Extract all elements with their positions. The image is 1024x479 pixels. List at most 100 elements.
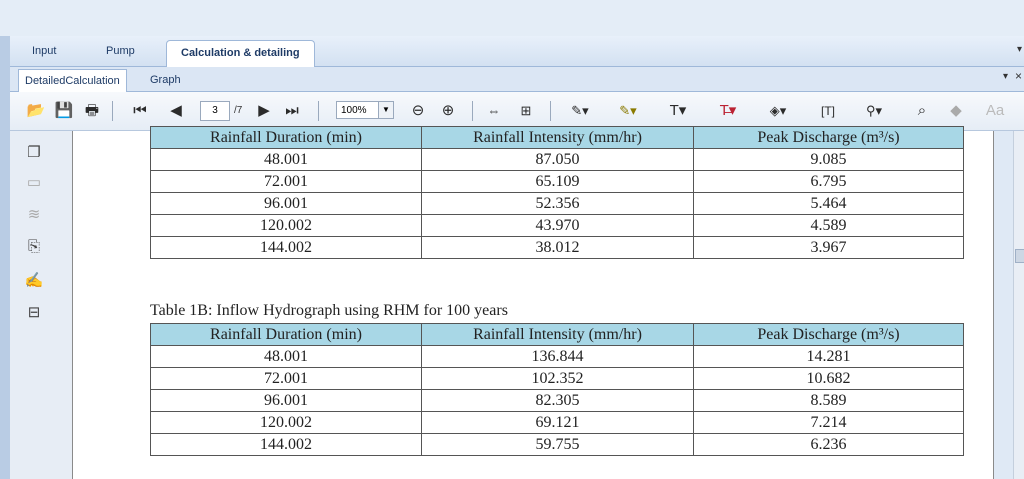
table-cell: 144.002 xyxy=(150,433,422,456)
tab-input[interactable]: Input xyxy=(32,45,56,57)
table-caption: Table 1B: Inflow Hydrograph using RHM fo… xyxy=(150,302,508,319)
table-cell: 6.236 xyxy=(693,433,964,456)
text-tool-icon[interactable]: T▾ xyxy=(664,101,692,121)
table-cell: 120.002 xyxy=(150,214,422,237)
table-cell: 10.682 xyxy=(693,367,964,390)
fit-width-icon[interactable]: ⇔ xyxy=(484,101,504,121)
table-cell: 120.002 xyxy=(150,411,422,434)
table-cell: 96.001 xyxy=(150,389,422,412)
table-cell: 43.970 xyxy=(421,214,694,237)
zoom-dropdown-icon[interactable]: ▼ xyxy=(378,102,393,118)
table-cell: 5.464 xyxy=(693,192,964,215)
table-cell: 4.589 xyxy=(693,214,964,237)
table-cell: 48.001 xyxy=(150,148,422,171)
toolbar-separator xyxy=(472,101,473,121)
zoom-value: 100% xyxy=(341,105,367,116)
inner-tab-bar: DetailedCalculation Graph ▾ × xyxy=(10,67,1024,92)
layers-icon[interactable]: ≋ xyxy=(24,205,44,225)
tab-menu-arrow-icon[interactable]: ▾ xyxy=(1017,44,1022,55)
pen-tool-icon[interactable]: ✎▾ xyxy=(566,101,594,121)
tab-graph[interactable]: Graph xyxy=(150,71,181,89)
table-row: 144.002 38.012 3.967 xyxy=(150,236,964,259)
attachments-icon[interactable]: ⎘ xyxy=(24,237,44,257)
table-row: 48.001 136.844 14.281 xyxy=(150,345,964,368)
rainfall-table-1: Rainfall Duration (min) Rainfall Intensi… xyxy=(150,126,964,259)
toolbar-separator xyxy=(318,101,319,121)
table-cell: 96.001 xyxy=(150,192,422,215)
strikeout-icon[interactable]: T̶▾ xyxy=(714,101,742,121)
scrollbar-thumb[interactable] xyxy=(1015,249,1024,263)
page-number-input[interactable]: 3 xyxy=(200,101,230,121)
header-intensity: Rainfall Intensity (mm/hr) xyxy=(421,323,694,346)
pdf-sidebar: ❐ ▭ ≋ ⎘ ✍ ⊟ xyxy=(10,131,73,479)
header-discharge: Peak Discharge (m³/s) xyxy=(693,126,964,149)
table-cell: 144.002 xyxy=(150,236,422,259)
comments-icon[interactable]: ▭ xyxy=(24,173,44,193)
table-cell: 136.844 xyxy=(421,345,694,368)
previous-page-icon[interactable]: ◀ xyxy=(166,101,186,121)
table-header-row: Rainfall Duration (min) Rainfall Intensi… xyxy=(150,126,964,149)
table-cell: 52.356 xyxy=(421,192,694,215)
print-icon[interactable]: 🖶 xyxy=(82,101,102,121)
table-cell: 102.352 xyxy=(421,367,694,390)
fit-page-icon[interactable]: ⊞ xyxy=(516,101,536,121)
header-discharge: Peak Discharge (m³/s) xyxy=(693,323,964,346)
table-cell: 59.755 xyxy=(421,433,694,456)
table-cell: 38.012 xyxy=(421,236,694,259)
zoom-select[interactable]: 100% ▼ xyxy=(336,101,394,119)
table-cell: 7.214 xyxy=(693,411,964,434)
next-page-icon[interactable]: ▶ xyxy=(254,101,274,121)
title-bar xyxy=(0,0,1024,36)
search-icon[interactable]: ⌕ xyxy=(912,101,932,121)
table-cell: 87.050 xyxy=(421,148,694,171)
tab-pump[interactable]: Pump xyxy=(106,45,135,57)
tab-list-dropdown-icon[interactable]: ▾ xyxy=(1003,71,1008,82)
document-icon[interactable]: ⊟ xyxy=(24,303,44,323)
stamp-icon[interactable]: ⚲▾ xyxy=(860,101,888,121)
table-cell: 3.967 xyxy=(693,236,964,259)
tab-calculation-detailing[interactable]: Calculation & detailing xyxy=(166,40,315,67)
first-page-icon[interactable]: ⏮ xyxy=(130,101,150,121)
save-icon[interactable]: 💾 xyxy=(54,101,74,121)
table-cell: 9.085 xyxy=(693,148,964,171)
close-tab-icon[interactable]: × xyxy=(1015,69,1022,83)
table-cell: 69.121 xyxy=(421,411,694,434)
zoom-in-icon[interactable]: ⊕ xyxy=(438,101,458,121)
table-row: 96.001 82.305 8.589 xyxy=(150,389,964,412)
font-icon[interactable]: Aa xyxy=(984,101,1006,121)
zoom-out-icon[interactable]: ⊖ xyxy=(408,101,428,121)
signature-icon[interactable]: ✍ xyxy=(24,271,44,291)
table-cell: 65.109 xyxy=(421,170,694,193)
vertical-scrollbar[interactable] xyxy=(1013,131,1024,479)
fill-icon[interactable]: ◆ xyxy=(946,101,966,121)
pages-icon[interactable]: ❐ xyxy=(24,143,44,163)
page-border xyxy=(993,131,994,479)
outer-tab-bar: Input Pump Calculation & detailing ▾ xyxy=(10,36,1024,67)
table-cell: 6.795 xyxy=(693,170,964,193)
table-cell: 82.305 xyxy=(421,389,694,412)
table-cell: 72.001 xyxy=(150,367,422,390)
table-cell: 14.281 xyxy=(693,345,964,368)
last-page-icon[interactable]: ⏭ xyxy=(282,101,302,121)
highlighter-icon[interactable]: ✎▾ xyxy=(614,101,642,121)
table-row: 96.001 52.356 5.464 xyxy=(150,192,964,215)
table-header-row: Rainfall Duration (min) Rainfall Intensi… xyxy=(150,323,964,346)
textbox-icon[interactable]: [T] xyxy=(816,101,840,121)
tab-detailed-calculation[interactable]: DetailedCalculation xyxy=(18,69,127,92)
toolbar-separator xyxy=(112,101,113,121)
table-cell: 48.001 xyxy=(150,345,422,368)
table-row: 144.002 59.755 6.236 xyxy=(150,433,964,456)
shape-tool-icon[interactable]: ◈▾ xyxy=(764,101,792,121)
toolbar-separator xyxy=(550,101,551,121)
page-total-label: /7 xyxy=(234,105,243,116)
table-cell: 8.589 xyxy=(693,389,964,412)
table-row: 72.001 65.109 6.795 xyxy=(150,170,964,193)
header-duration: Rainfall Duration (min) xyxy=(150,126,422,149)
header-intensity: Rainfall Intensity (mm/hr) xyxy=(421,126,694,149)
table-row: 120.002 43.970 4.589 xyxy=(150,214,964,237)
table-row: 48.001 87.050 9.085 xyxy=(150,148,964,171)
header-duration: Rainfall Duration (min) xyxy=(150,323,422,346)
open-icon[interactable]: 📂 xyxy=(26,101,46,121)
rainfall-table-2: Rainfall Duration (min) Rainfall Intensi… xyxy=(150,323,964,456)
table-row: 120.002 69.121 7.214 xyxy=(150,411,964,434)
